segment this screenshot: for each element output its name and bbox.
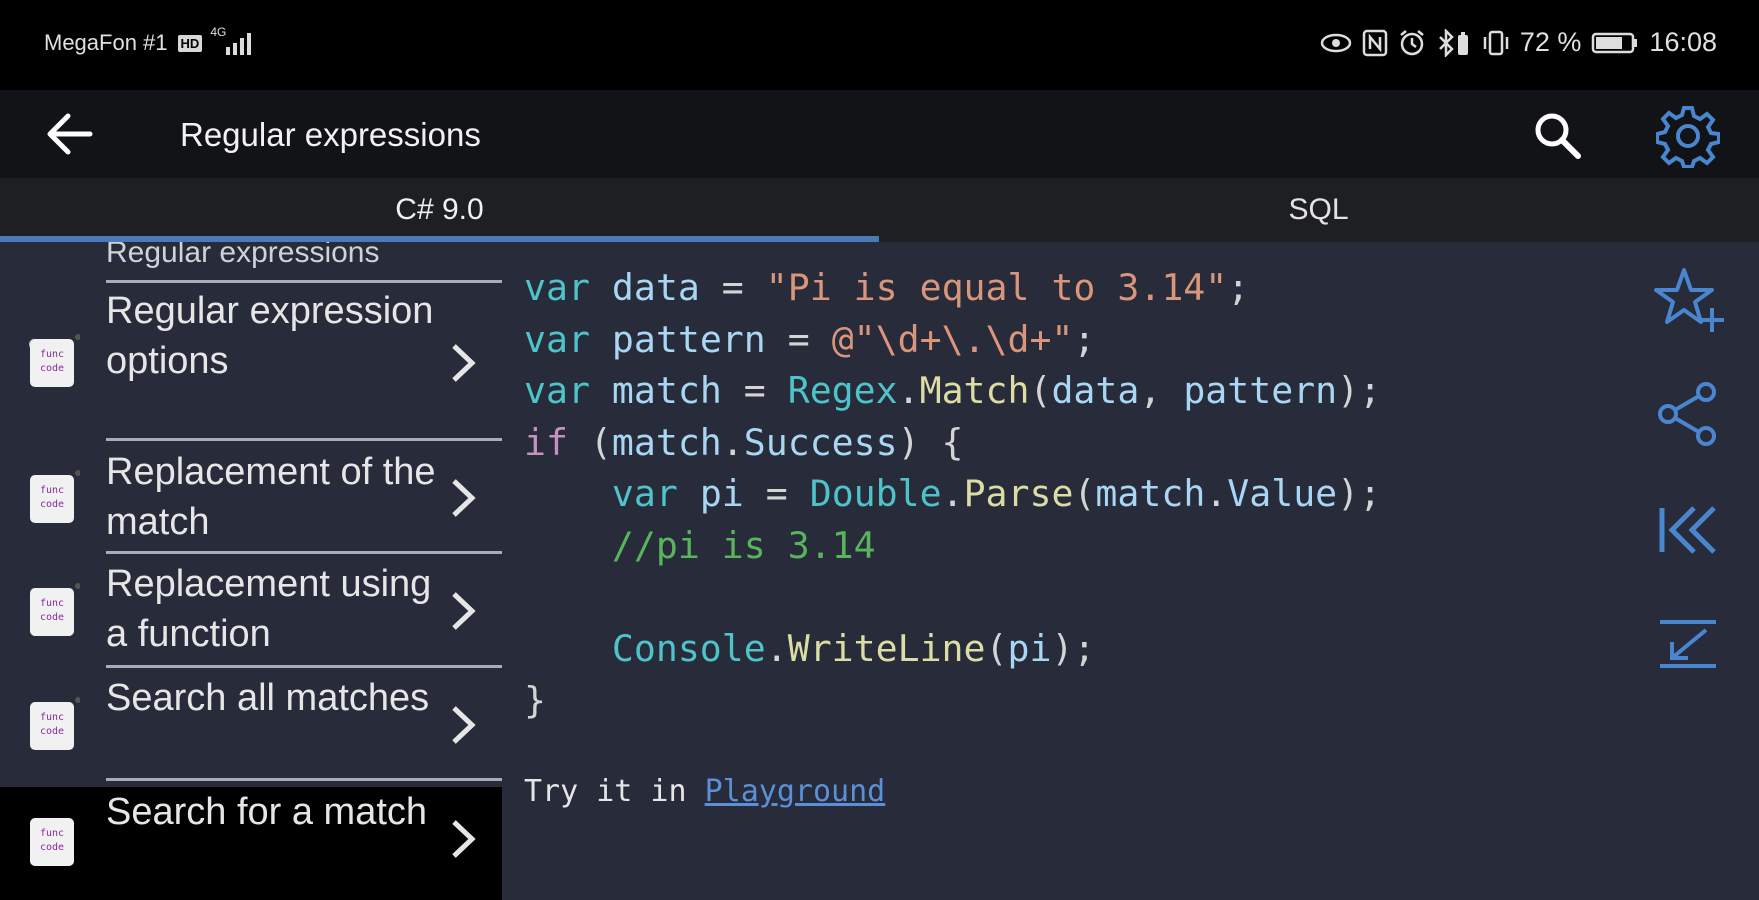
code-method: WriteLine	[787, 627, 986, 671]
clock: 16:08	[1649, 27, 1717, 57]
divider	[106, 280, 502, 283]
page-title: Regular expressions	[180, 116, 481, 153]
network-type-label: 4G	[210, 25, 227, 39]
code-identifier: match	[611, 369, 722, 413]
back-arrow-icon[interactable]	[46, 112, 94, 156]
status-bar: MegaFon #1 HD 4G 72 % 16:08	[0, 0, 1759, 90]
code-keyword: var	[611, 472, 678, 516]
chevron-right-icon	[452, 344, 476, 382]
chevron-right-icon	[452, 592, 476, 630]
code-pane: var data = "Pi is equal to 3.14"; var pa…	[502, 242, 1622, 900]
code-keyword: var	[524, 266, 590, 309]
alarm-icon	[1400, 29, 1424, 55]
code-keyword: var	[524, 369, 590, 413]
chevron-right-icon	[452, 820, 476, 858]
code-method: Parse	[963, 472, 1074, 516]
svg-text:func: func	[40, 598, 64, 609]
signal-icon: 4G	[210, 25, 258, 55]
chevron-right-icon	[452, 479, 476, 517]
code-class: Console	[611, 627, 766, 671]
code-identifier: data	[1051, 369, 1140, 413]
gear-icon[interactable]	[1656, 104, 1720, 168]
code-keyword: if	[524, 420, 568, 464]
code-string: "Pi is equal to 3.14"	[765, 266, 1228, 309]
func-code-icon: func code	[30, 697, 80, 750]
app-bar: Regular expressions	[0, 90, 1759, 178]
section-header: Regular expressions	[106, 242, 380, 269]
svg-text:code: code	[40, 842, 64, 853]
eye-icon	[1320, 33, 1352, 52]
svg-text:func: func	[40, 349, 64, 360]
vibrate-icon	[1483, 30, 1509, 55]
divider	[106, 778, 502, 781]
list-item-label: Search all matches	[106, 677, 430, 719]
status-right: 72 % 16:08	[1320, 27, 1717, 58]
tab-sql[interactable]: SQL	[879, 178, 1758, 242]
list-item-regex-options[interactable]: func code Regular expression options	[0, 285, 502, 441]
star-plus-icon[interactable]	[1652, 264, 1724, 336]
svg-text:func: func	[40, 712, 64, 723]
code-string: @"\d+\.\d+"	[831, 317, 1074, 361]
svg-text:code: code	[40, 726, 64, 737]
code-method: Match	[919, 369, 1030, 413]
code-keyword: var	[524, 317, 590, 361]
topic-list: Regular expressions func code Regular exp…	[0, 242, 502, 900]
search-icon[interactable]	[1532, 110, 1582, 160]
code-identifier: Success	[743, 420, 898, 464]
code-identifier: match	[611, 420, 722, 464]
list-item-label: Replacement using a function	[106, 563, 432, 655]
list-item-replacement-match[interactable]: func code Replacement of the match	[0, 441, 502, 554]
hd-badge: HD	[177, 34, 203, 52]
battery-icon	[1592, 32, 1638, 53]
list-item-search-match[interactable]: func code Search for a match	[0, 787, 502, 900]
code-comment: //pi is 3.14	[611, 523, 876, 567]
func-code-icon: func code	[29, 334, 80, 387]
playground-link[interactable]: Playground	[705, 774, 886, 809]
code-identifier: match	[1095, 472, 1206, 516]
list-item-replacement-function[interactable]: func code Replacement using a function	[0, 554, 502, 668]
svg-text:code: code	[40, 612, 64, 623]
code-identifier: pattern	[1183, 369, 1338, 413]
code-identifier: pi	[1007, 627, 1052, 671]
code-identifier: Value	[1227, 472, 1338, 516]
try-it-label: Try it in	[524, 774, 687, 809]
share-icon[interactable]	[1652, 378, 1724, 450]
code-block: var data = "Pi is equal to 3.14"; var pa…	[524, 266, 1382, 722]
svg-text:code: code	[40, 499, 64, 510]
func-code-icon: func code	[30, 583, 80, 636]
first-page-icon[interactable]	[1652, 494, 1724, 566]
list-item-label: Regular expression options	[106, 290, 434, 382]
list-item-label: Search for a match	[106, 791, 428, 833]
code-identifier: pattern	[611, 317, 766, 361]
code-class: Regex	[787, 369, 898, 413]
svg-text:func: func	[40, 485, 64, 496]
func-code-icon: func code	[30, 818, 74, 866]
carrier-label: MegaFon #1	[44, 30, 168, 55]
collapse-icon[interactable]	[1652, 608, 1724, 680]
try-it-line: Try it in Playground	[524, 774, 885, 809]
chevron-right-icon	[452, 706, 476, 744]
tab-bar: C# 9.0 SQL	[0, 178, 1759, 242]
func-code-icon: func code	[30, 470, 80, 523]
list-item-search-all[interactable]: func code Search all matches	[0, 668, 502, 781]
nfc-icon	[1362, 29, 1388, 56]
code-class: Double	[809, 472, 942, 516]
svg-text:code: code	[40, 363, 64, 374]
battery-percent: 72 %	[1519, 27, 1582, 57]
tab-csharp[interactable]: C# 9.0	[0, 178, 879, 242]
code-identifier: data	[611, 266, 700, 309]
status-left: MegaFon #1 HD 4G	[44, 25, 258, 56]
bluetooth-battery-icon	[1438, 28, 1468, 57]
code-identifier: pi	[699, 472, 744, 516]
list-item-label: Replacement of the match	[106, 451, 436, 543]
svg-text:func: func	[40, 828, 64, 839]
